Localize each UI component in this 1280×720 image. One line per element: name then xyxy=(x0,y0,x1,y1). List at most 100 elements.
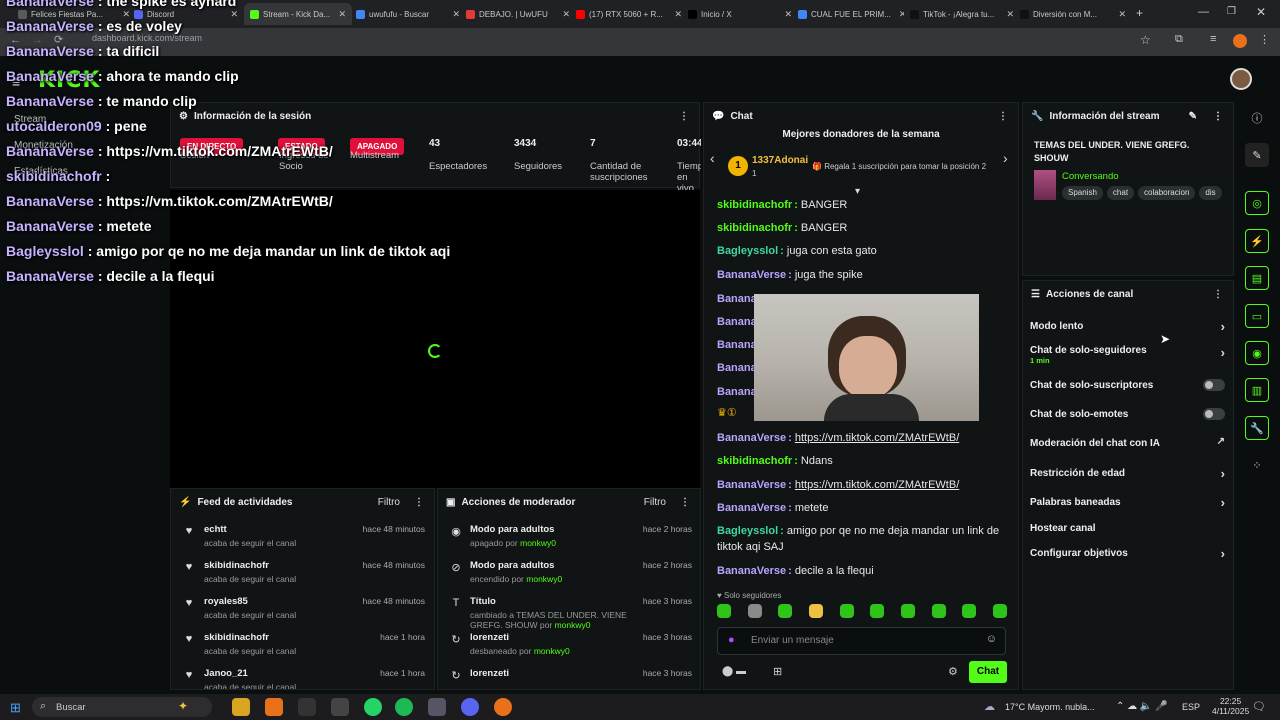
language[interactable]: ESP xyxy=(1182,702,1200,712)
rail-broadcast-icon[interactable]: ◉ xyxy=(1245,341,1269,365)
extensions-icon[interactable]: ⧉ xyxy=(1175,33,1183,46)
clock[interactable]: 22:25 4/11/2025 xyxy=(1212,696,1249,716)
url-field[interactable]: dashboard.kick.com/stream xyxy=(92,33,202,43)
rail-camera-icon[interactable]: ◎ xyxy=(1245,191,1269,215)
feed-item[interactable]: ♥ royales85 acaba de seguir el canal hace 4… xyxy=(183,596,425,620)
send-chat-button[interactable]: Chat xyxy=(969,661,1007,683)
feed-menu-icon[interactable]: ⋮ xyxy=(414,497,424,508)
tab-close-icon[interactable]: ✕ xyxy=(334,9,346,20)
chat-username[interactable]: skibidinachofr xyxy=(717,455,792,467)
gift-shop-icon[interactable]: ⊞ xyxy=(773,665,782,678)
toggle-switch[interactable] xyxy=(1203,379,1225,391)
toggle-switch[interactable] xyxy=(1203,408,1225,420)
mod-item[interactable]: ↻ lorenzeti desbaneado por monkwy0 hace 3 h… xyxy=(450,632,692,656)
chat-input[interactable]: ● Enviar un mensaje ☺ xyxy=(717,627,1006,655)
chat-username[interactable]: BananaVerse xyxy=(717,565,786,577)
tab-close-icon[interactable]: ✕ xyxy=(1114,9,1126,20)
channel-action-item[interactable]: Configurar objetivos › xyxy=(1030,546,1225,561)
bookmark-star-icon[interactable]: ☆ xyxy=(1140,33,1151,47)
feed-item[interactable]: ♥ echtt acaba de seguir el canal hace 48 mi… xyxy=(183,524,425,548)
tray-icons[interactable]: ⌃ ☁ 🔈 🎤 xyxy=(1116,701,1168,712)
mod-by[interactable]: monkwy0 xyxy=(534,646,570,656)
feed-item[interactable]: ♥ skibidinachofr acaba de seguir el canal h… xyxy=(183,632,425,656)
file-explorer-icon[interactable] xyxy=(232,698,250,716)
donors-prev-icon[interactable]: ‹ xyxy=(710,150,715,166)
tab-close-icon[interactable]: ✕ xyxy=(558,9,570,20)
points-icon[interactable]: ⬤ ▬ xyxy=(722,666,746,677)
mod-item[interactable]: ⊘ Modo para adultos encendido por monkwy0 h… xyxy=(450,560,692,584)
tab-close-icon[interactable]: ✕ xyxy=(780,9,792,20)
new-tab-icon[interactable]: + xyxy=(1136,6,1143,20)
chrome-profile-icon[interactable] xyxy=(494,698,512,716)
tab-close-icon[interactable]: ✕ xyxy=(1002,9,1014,20)
stream-info-menu-icon[interactable]: ⋮ xyxy=(1213,111,1223,122)
rail-bolt-icon[interactable]: ⚡ xyxy=(1245,229,1269,253)
emote-icon[interactable] xyxy=(962,604,977,618)
chat-settings-icon[interactable]: ⚙ xyxy=(948,665,958,678)
taskbar-search[interactable]: ⌕ Buscar ✦ xyxy=(32,697,212,717)
rail-info-icon[interactable]: ⓘ xyxy=(1245,106,1269,130)
channel-action-item[interactable]: Chat de solo-emotes xyxy=(1030,408,1225,420)
rail-layout-icon[interactable]: ▥ xyxy=(1245,378,1269,402)
mod-by[interactable]: monkwy0 xyxy=(520,538,556,548)
mod-by[interactable]: monkwy0 xyxy=(555,620,591,630)
channel-action-item[interactable]: Hostear canal xyxy=(1030,523,1225,534)
channel-action-item[interactable]: Moderación del chat con IA ↗ xyxy=(1030,436,1225,449)
restore-icon[interactable]: ❐ xyxy=(1227,6,1236,17)
emote-icon[interactable] xyxy=(992,604,1007,618)
feed-item[interactable]: ♥ Janoo_21 acaba de seguir el canal hace 1 … xyxy=(183,668,425,689)
stream-tag[interactable]: Spanish xyxy=(1062,186,1103,200)
rail-tools-icon[interactable]: 🔧 xyxy=(1245,416,1269,440)
channel-action-item[interactable]: Chat de solo-seguidores 1 min › xyxy=(1030,345,1225,365)
pinned-collapse-icon[interactable]: ▾ xyxy=(855,186,860,197)
donor-cta[interactable]: 🎁 Regala 1 suscripción para tomar la pos… xyxy=(812,162,986,171)
tab-close-icon[interactable]: ✕ xyxy=(895,9,904,20)
channel-action-item[interactable]: Restricción de edad › xyxy=(1030,466,1225,481)
mod-item[interactable]: T Título cambiado a TEMAS DEL UNDER. VIENE… xyxy=(450,596,692,630)
browser-tab[interactable]: DEBAJO. | UwUFU ✕ xyxy=(466,3,570,25)
chat-username[interactable]: Bagleysslol xyxy=(717,245,778,257)
minimize-icon[interactable]: — xyxy=(1198,6,1209,18)
emote-icon[interactable] xyxy=(717,604,731,618)
rail-edit-icon[interactable]: ✎ xyxy=(1245,143,1269,167)
tiktok-icon[interactable] xyxy=(298,698,316,716)
emote-icon[interactable] xyxy=(900,604,915,618)
chat-username[interactable]: Bagleysslol xyxy=(717,525,778,537)
browser-tab[interactable]: (17) RTX 5060 + R... ✕ xyxy=(576,3,682,25)
chat-username[interactable]: skibidinachofr xyxy=(717,222,792,234)
emoji-icon[interactable]: ☺ xyxy=(986,633,997,645)
channel-action-item[interactable]: Chat de solo-suscriptores xyxy=(1030,379,1225,391)
mod-item[interactable]: ↻ lorenzeti hace 3 horas xyxy=(450,668,692,682)
donors-next-icon[interactable]: › xyxy=(1003,150,1008,166)
emote-icon[interactable] xyxy=(839,604,854,618)
feed-item[interactable]: ♥ skibidinachofr acaba de seguir el canal h… xyxy=(183,560,425,584)
browser-tab[interactable]: Inicio / X ✕ xyxy=(688,3,792,25)
discord-icon[interactable] xyxy=(461,698,479,716)
stream-tag[interactable]: dis xyxy=(1199,186,1222,200)
chrome-icon[interactable] xyxy=(265,698,283,716)
mod-item[interactable]: ◉ Modo para adultos apagado por monkwy0 hac… xyxy=(450,524,692,548)
spotify-icon[interactable] xyxy=(395,698,413,716)
emote-icon[interactable] xyxy=(931,604,946,618)
rail-chat-icon[interactable]: ▭ xyxy=(1245,304,1269,328)
browser-tab[interactable]: uwufufu - Buscar ✕ xyxy=(356,3,460,25)
donor-name[interactable]: 1337Adonai xyxy=(752,155,808,166)
tab-close-icon[interactable]: ✕ xyxy=(226,9,238,20)
channel-action-item[interactable]: Modo lento › xyxy=(1030,319,1225,334)
browser-tab[interactable]: Stream - Kick Da... ✕ xyxy=(244,3,352,25)
obs-icon[interactable] xyxy=(331,698,349,716)
mic-icon[interactable]: ● xyxy=(728,634,735,646)
emote-icon[interactable] xyxy=(870,604,885,618)
weather-text[interactable]: 17°C Mayorm. nubla... xyxy=(1005,702,1095,712)
mod-by[interactable]: monkwy0 xyxy=(526,574,562,584)
chat-text[interactable]: https://vm.tiktok.com/ZMAtrEWtB/ xyxy=(795,432,959,444)
mod-menu-icon[interactable]: ⋮ xyxy=(680,497,690,508)
rail-more-icon[interactable]: ⁘ xyxy=(1245,453,1269,477)
emote-icon[interactable] xyxy=(778,604,793,618)
notifications-icon[interactable]: 🗨 xyxy=(1252,700,1266,713)
category-name[interactable]: Conversando xyxy=(1062,171,1119,182)
edit-pencil-icon[interactable]: ✎ xyxy=(1189,111,1197,122)
calculator-icon[interactable] xyxy=(428,698,446,716)
chat-username[interactable]: skibidinachofr xyxy=(717,199,792,211)
channel-action-item[interactable]: Palabras baneadas › xyxy=(1030,495,1225,510)
